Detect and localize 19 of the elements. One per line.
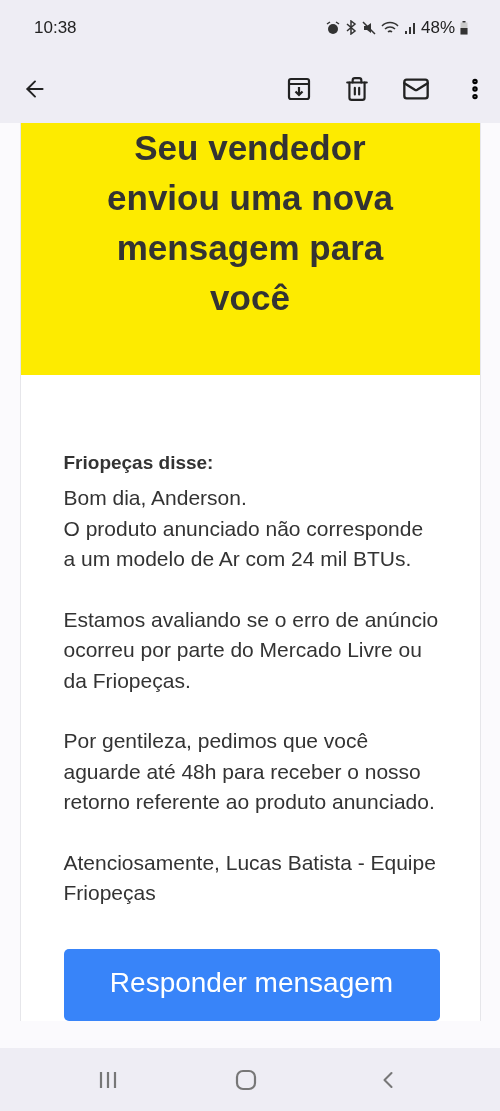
message-paragraph: Bom dia, Anderson. O produto anunciado não corresponde a um modelo de Ar com 24 mil BTUs. xyxy=(63,485,425,572)
message-paragraph: Por gentileza, pedimos que você aguarde até 48h para receber o nosso retorno referente ao produto anunciado. xyxy=(63,728,436,815)
wifi-icon xyxy=(380,20,399,35)
delete-button[interactable] xyxy=(344,76,370,102)
signal-icon xyxy=(403,21,416,34)
email-headline: Seu vendedor enviou uma nova mensagem para você xyxy=(106,127,395,319)
home-icon[interactable] xyxy=(235,1068,257,1091)
archive-button[interactable] xyxy=(286,76,312,102)
mute-icon xyxy=(361,20,376,35)
bluetooth-icon xyxy=(344,20,357,35)
reply-button[interactable]: Responder mensagem xyxy=(63,948,440,1021)
sender-label: Friopeças disse: xyxy=(63,451,215,475)
battery-icon xyxy=(460,20,468,35)
recents-icon[interactable] xyxy=(98,1070,119,1089)
message-paragraph: Atenciosamente, Lucas Batista - Equipe Friopeças xyxy=(63,849,437,906)
battery-percent: 48% xyxy=(420,17,455,38)
message-paragraph: Estamos avaliando se o erro de anúncio ocorreu por parte do Mercado Livre ou da Friopeças. xyxy=(63,606,440,694)
alarm-icon xyxy=(325,20,340,35)
status-time: 10:38 xyxy=(34,17,77,38)
